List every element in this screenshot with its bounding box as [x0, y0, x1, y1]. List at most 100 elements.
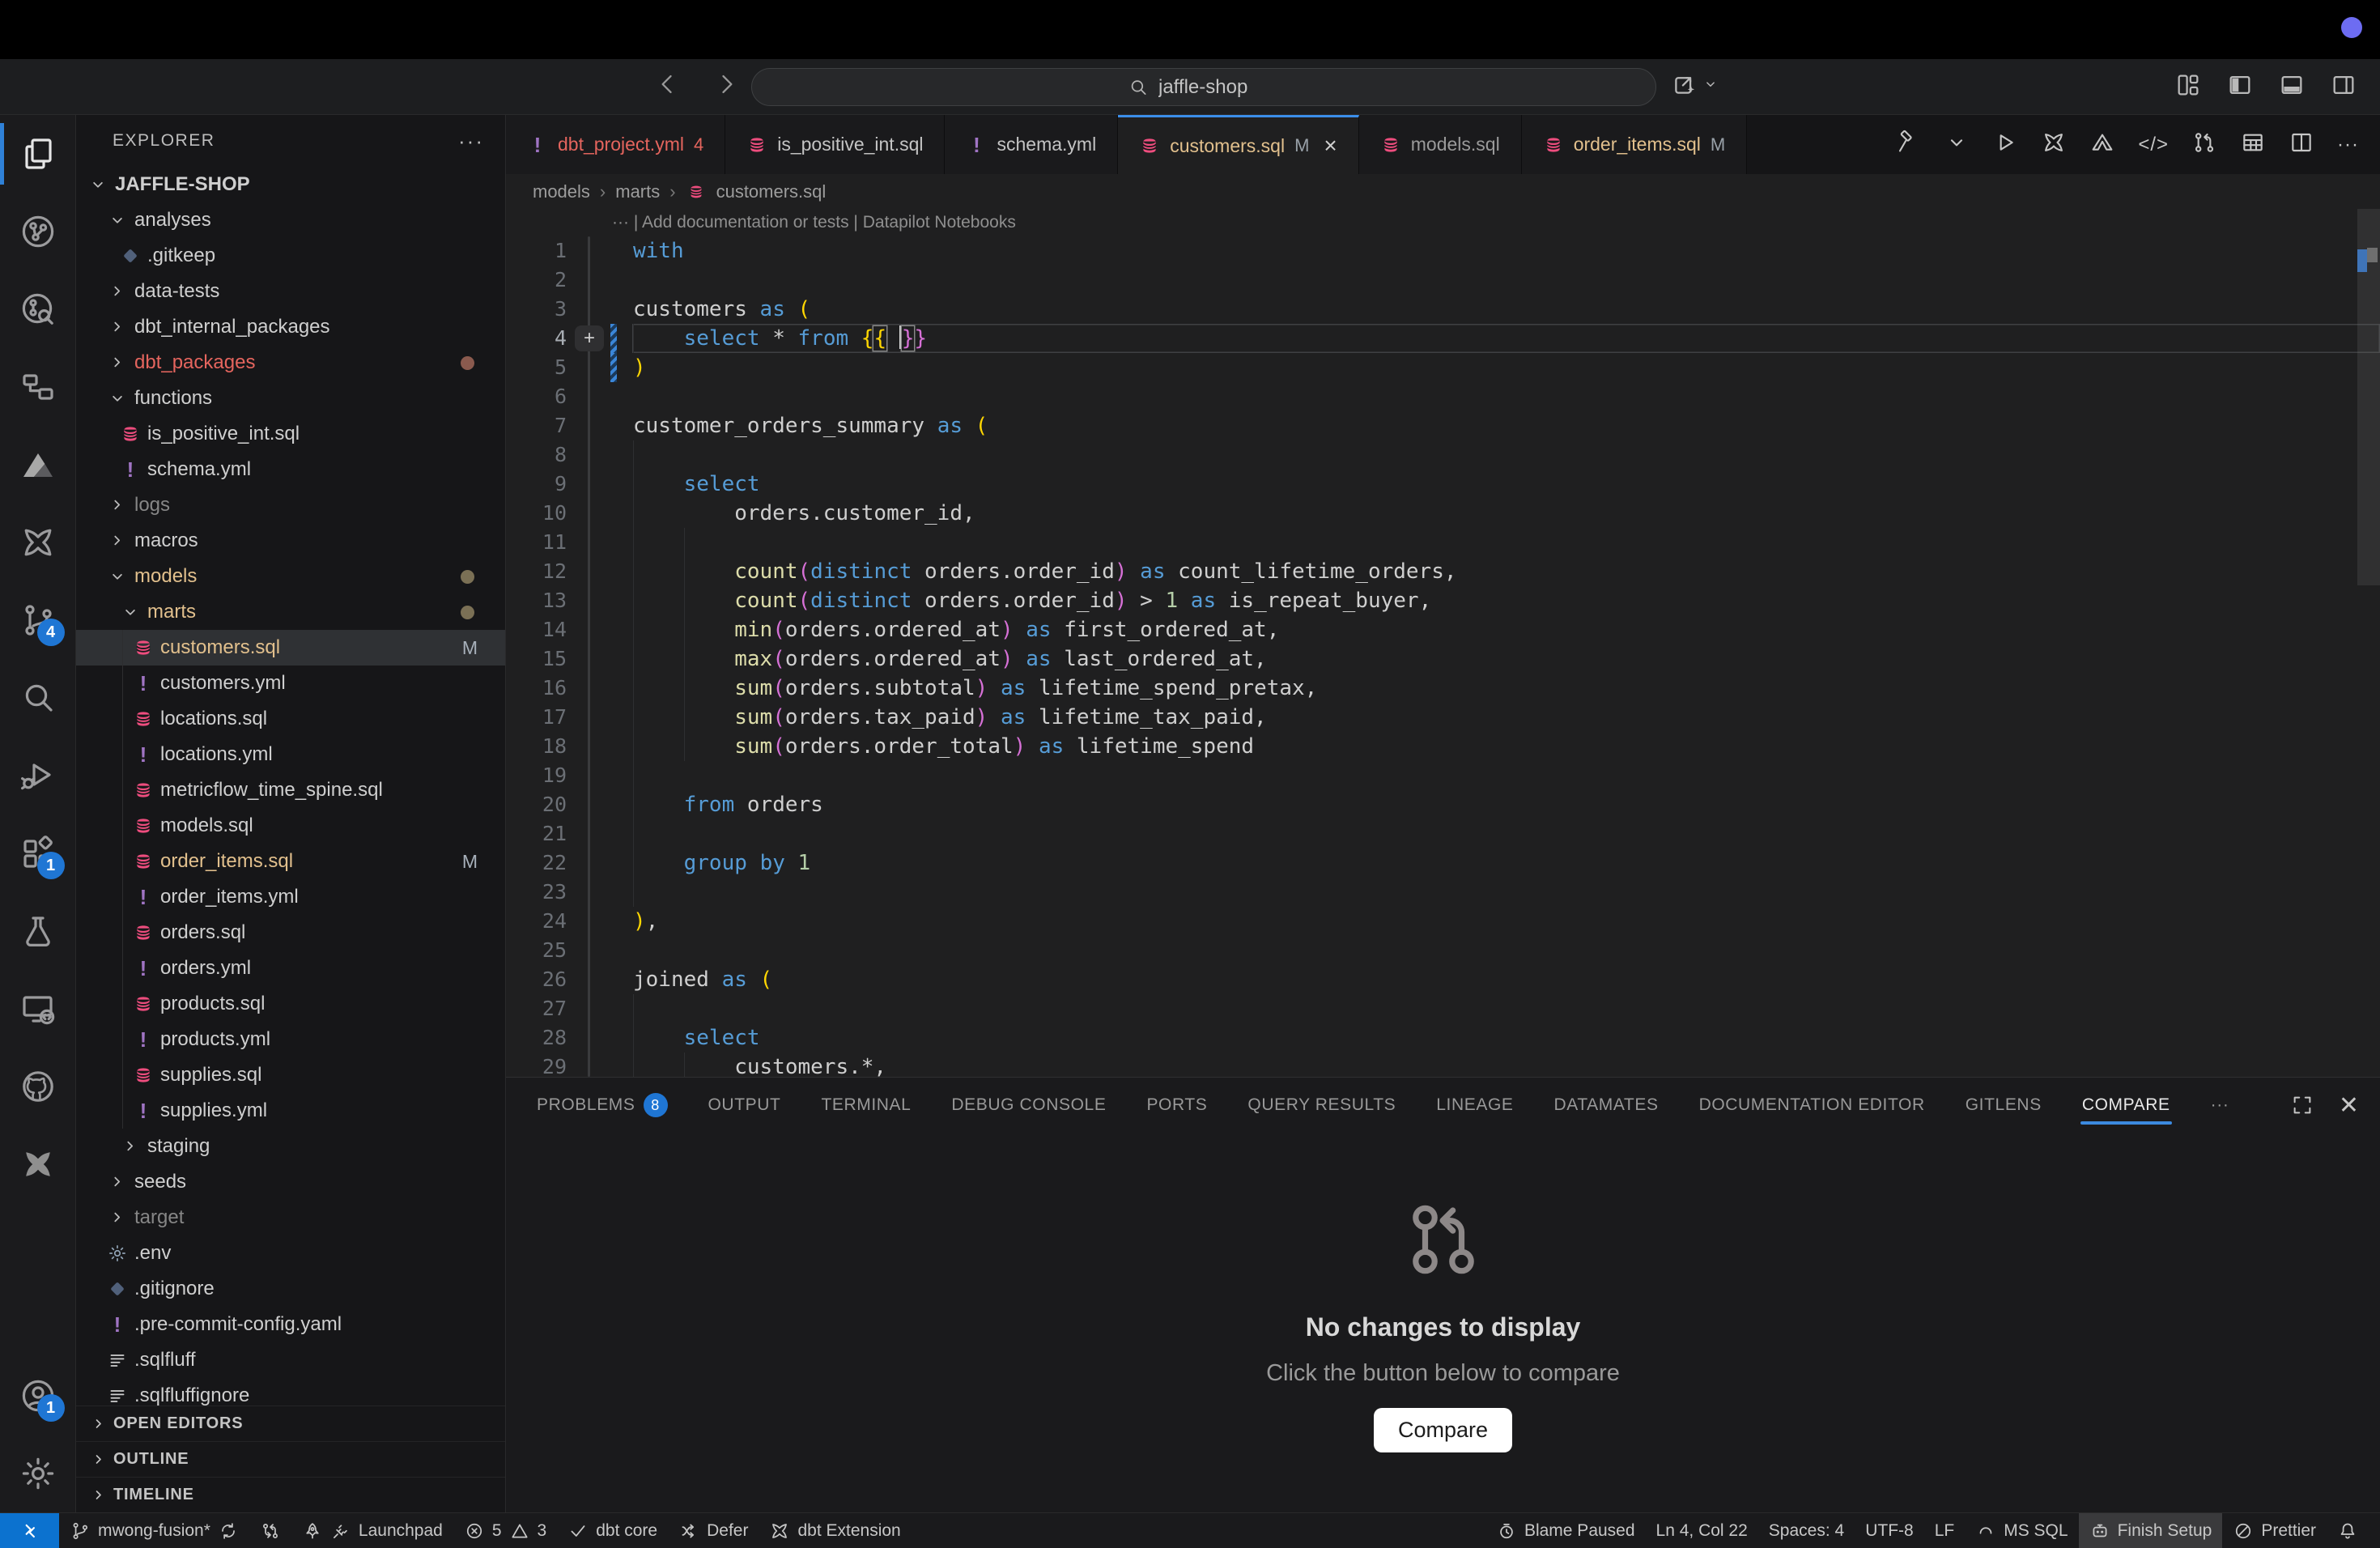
code-line-18[interactable]: 18 sum(orders.order_total) as lifetime_s…	[506, 732, 2380, 761]
code-line-3[interactable]: 3customers as (	[506, 295, 2380, 324]
code-line-6[interactable]: 6	[506, 382, 2380, 411]
activity-search[interactable]	[0, 659, 76, 737]
tree-item-staging[interactable]: staging	[76, 1129, 505, 1164]
hammer-action[interactable]	[1895, 130, 1921, 159]
tree-item-is_positive_int.sql[interactable]: is_positive_int.sql	[76, 416, 505, 452]
code-line-22[interactable]: 22 group by 1	[506, 848, 2380, 878]
line-content[interactable]: )	[632, 353, 2380, 382]
line-content[interactable]: customers as (	[632, 295, 2380, 324]
chevron-down-icon[interactable]	[1702, 75, 1719, 93]
line-content[interactable]: count(distinct orders.order_id) > 1 as i…	[632, 586, 2380, 615]
panel-tab-output[interactable]: OUTPUT	[708, 1078, 781, 1133]
customize-layout-button[interactable]	[2174, 71, 2202, 99]
status-language-mode[interactable]: MS SQL	[1965, 1513, 2078, 1548]
tree-item-.gitignore[interactable]: .gitignore	[76, 1271, 505, 1307]
tree-item-supplies.yml[interactable]: !supplies.yml	[76, 1093, 505, 1129]
tab-customers.sql[interactable]: customers.sqlM×	[1118, 115, 1359, 174]
panel-tab-terminal[interactable]: TERMINAL	[821, 1078, 911, 1133]
code-line-12[interactable]: 12 count(distinct orders.order_id) as co…	[506, 557, 2380, 586]
line-content[interactable]: max(orders.ordered_at) as last_ordered_a…	[632, 644, 2380, 674]
tree-item-metricflow_time_spine.sql[interactable]: metricflow_time_spine.sql	[76, 772, 505, 808]
status-remote-indicator[interactable]	[0, 1513, 59, 1548]
split-editor-action[interactable]	[2289, 130, 2314, 159]
status-dbt-extension[interactable]: dbt Extension	[759, 1513, 911, 1548]
panel-tab-compare[interactable]: COMPARE	[2082, 1078, 2170, 1133]
code-line-15[interactable]: 15 max(orders.ordered_at) as last_ordere…	[506, 644, 2380, 674]
status-finish-setup[interactable]: Finish Setup	[2079, 1513, 2223, 1548]
chevron-down-action[interactable]	[1944, 130, 1970, 159]
tree-item-schema.yml[interactable]: !schema.yml	[76, 452, 505, 487]
tree-item-.gitkeep[interactable]: .gitkeep	[76, 238, 505, 274]
panel-tab-gitlens[interactable]: GITLENS	[1966, 1078, 2042, 1133]
editor-scrollbar[interactable]	[2357, 209, 2380, 1077]
pr-action[interactable]	[2191, 130, 2217, 159]
more-actions-icon[interactable]: ···	[2337, 134, 2359, 156]
status-indentation[interactable]: Spaces: 4	[1758, 1513, 1855, 1548]
maximize-panel-icon[interactable]	[2290, 1093, 2314, 1117]
line-content[interactable]: count(distinct orders.order_id) as count…	[632, 557, 2380, 586]
tab-order_items.sql[interactable]: order_items.sqlM	[1522, 115, 1748, 174]
activity-flow-view[interactable]	[0, 348, 76, 426]
code-line-4[interactable]: 4+ select * from {{ }}	[506, 324, 2380, 353]
tree-item-customers.yml[interactable]: !customers.yml	[76, 666, 505, 701]
tree-item-order_items.yml[interactable]: !order_items.yml	[76, 879, 505, 915]
tree-item-dbt_internal_packages[interactable]: dbt_internal_packages	[76, 309, 505, 345]
status-problems-summary[interactable]: 53	[453, 1513, 557, 1548]
tab-is_positive_int.sql[interactable]: is_positive_int.sql	[725, 115, 945, 174]
activity-testing[interactable]	[0, 892, 76, 970]
code-line-16[interactable]: 16 sum(orders.subtotal) as lifetime_spen…	[506, 674, 2380, 703]
panel-tab-query-results[interactable]: QUERY RESULTS	[1247, 1078, 1396, 1133]
tab-models.sql[interactable]: models.sql	[1359, 115, 1522, 174]
table-action[interactable]	[2240, 130, 2266, 159]
section-timeline[interactable]: TIMELINE	[76, 1477, 505, 1512]
line-content[interactable]: select * from {{ }}	[632, 324, 2380, 353]
tree-item-orders.sql[interactable]: orders.sql	[76, 915, 505, 950]
dbt-x-action[interactable]	[2041, 130, 2067, 159]
tree-item-order_items.sql[interactable]: order_items.sqlM	[76, 844, 505, 879]
tree-item-target[interactable]: target	[76, 1200, 505, 1235]
line-content[interactable]: from orders	[632, 790, 2380, 819]
panel-tab-debug-console[interactable]: DEBUG CONSOLE	[951, 1078, 1106, 1133]
code-line-7[interactable]: 7customer_orders_summary as (	[506, 411, 2380, 440]
activity-gitlens-inspect[interactable]	[0, 270, 76, 348]
activity-run-and-debug[interactable]	[0, 737, 76, 814]
activity-settings[interactable]	[0, 1435, 76, 1512]
line-content[interactable]: ),	[632, 907, 2380, 936]
close-panel-icon[interactable]: ✕	[2339, 1091, 2359, 1120]
line-content[interactable]: customers.*,	[632, 1053, 2380, 1077]
tree-item-macros[interactable]: macros	[76, 523, 505, 559]
panel-tab-···[interactable]: ···	[2211, 1078, 2229, 1133]
activity-datapilot[interactable]	[0, 426, 76, 504]
tree-item-.pre-commit-config.yaml[interactable]: !.pre-commit-config.yaml	[76, 1307, 505, 1342]
breadcrumb-item[interactable]: models	[533, 181, 590, 202]
tree-item-supplies.sql[interactable]: supplies.sql	[76, 1057, 505, 1093]
panel-tab-ports[interactable]: PORTS	[1146, 1078, 1207, 1133]
line-content[interactable]	[632, 936, 2380, 965]
activity-explorer[interactable]	[0, 115, 76, 193]
code-line-13[interactable]: 13 count(distinct orders.order_id) > 1 a…	[506, 586, 2380, 615]
code-line-28[interactable]: 28 select	[506, 1023, 2380, 1053]
forward-button[interactable]	[712, 70, 740, 98]
back-button[interactable]	[654, 70, 682, 98]
status-encoding[interactable]: UTF-8	[1855, 1513, 1924, 1548]
code-editor[interactable]: ··· | Add documentation or tests | Datap…	[506, 209, 2380, 1077]
code-line-25[interactable]: 25	[506, 936, 2380, 965]
code-line-24[interactable]: 24),	[506, 907, 2380, 936]
tree-item-orders.yml[interactable]: !orders.yml	[76, 950, 505, 986]
code-line-1[interactable]: 1with	[506, 236, 2380, 266]
code-line-14[interactable]: 14 min(orders.ordered_at) as first_order…	[506, 615, 2380, 644]
code-line-9[interactable]: 9 select	[506, 470, 2380, 499]
line-content[interactable]: with	[632, 236, 2380, 266]
add-line-button[interactable]: +	[575, 325, 604, 351]
section-open-editors[interactable]: OPEN EDITORS	[76, 1406, 505, 1441]
line-content[interactable]	[632, 440, 2380, 470]
line-content[interactable]: group by 1	[632, 848, 2380, 878]
activity-github[interactable]	[0, 1048, 76, 1125]
tree-item-logs[interactable]: logs	[76, 487, 505, 523]
play-action[interactable]	[1992, 130, 2018, 159]
status-eol[interactable]: LF	[1924, 1513, 1966, 1548]
tab-dbt_project.yml[interactable]: !dbt_project.yml4	[506, 115, 725, 174]
code-line-20[interactable]: 20 from orders	[506, 790, 2380, 819]
tree-item-locations.yml[interactable]: !locations.yml	[76, 737, 505, 772]
line-content[interactable]: sum(orders.tax_paid) as lifetime_tax_pai…	[632, 703, 2380, 732]
